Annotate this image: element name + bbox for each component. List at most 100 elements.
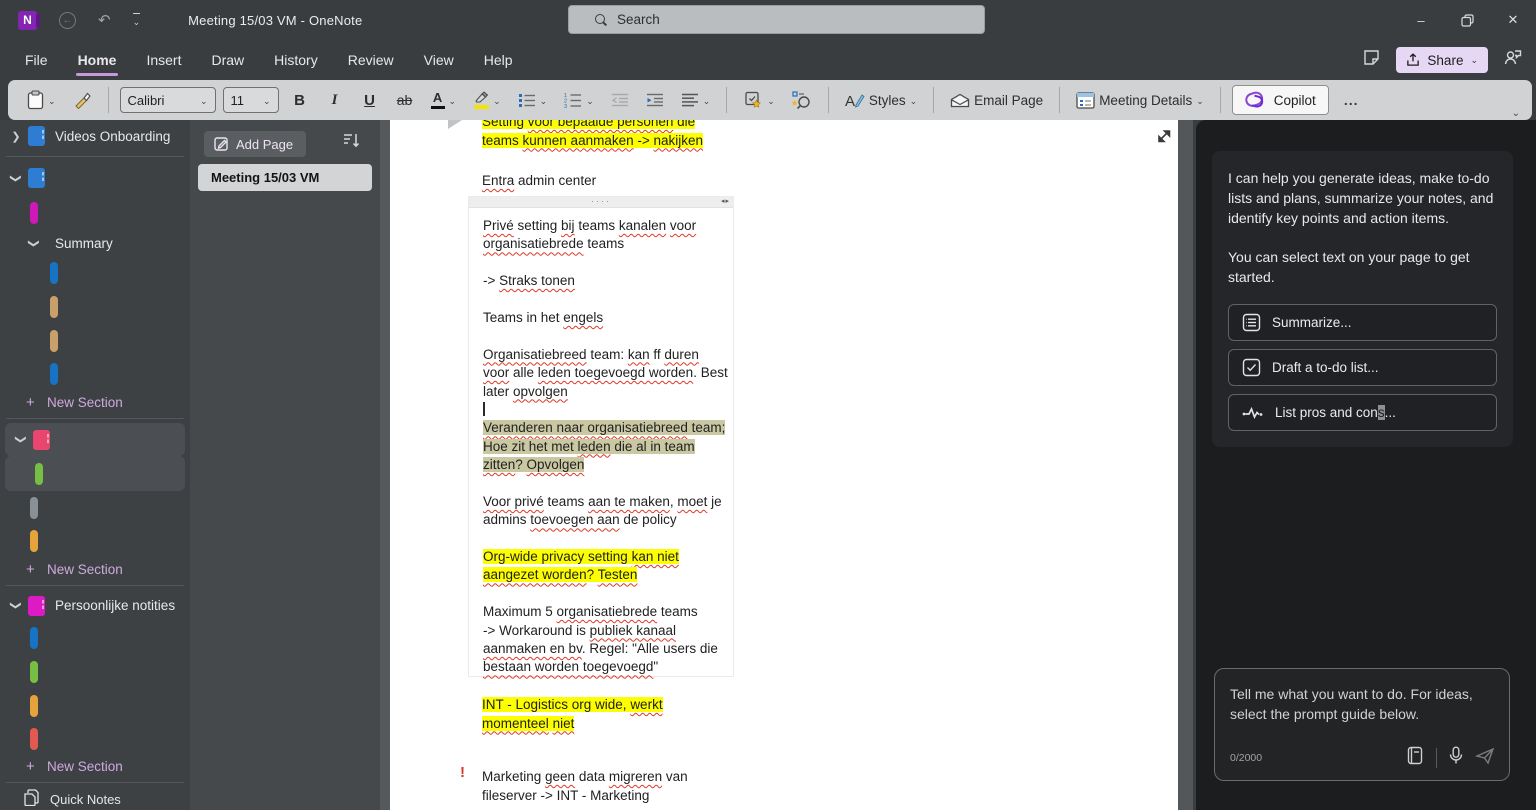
panel-divider[interactable]: [380, 120, 390, 810]
note-text-line[interactable]: [483, 401, 733, 419]
strikethrough-button[interactable]: ab: [391, 88, 419, 112]
close-button[interactable]: ✕: [1490, 0, 1536, 40]
sort-pages-icon[interactable]: [343, 133, 360, 153]
note-text-line[interactable]: Privé setting bij teams kanalen voor: [483, 217, 733, 235]
notebook-chevron-icon[interactable]: ❯: [10, 599, 23, 613]
canvas-scrollbar[interactable]: [1178, 120, 1196, 810]
notebook-item-videos-onboarding[interactable]: ❯ Videos Onboarding: [0, 120, 190, 152]
font-color-button[interactable]: A ⌄: [426, 87, 462, 113]
new-section-button[interactable]: + New Section: [0, 557, 190, 581]
section-item[interactable]: [0, 723, 190, 755]
quick-notes-button[interactable]: Quick Notes: [0, 787, 190, 810]
restore-button[interactable]: [1444, 0, 1490, 40]
section-group-chevron-icon[interactable]: ❯: [28, 236, 41, 250]
find-tags-button[interactable]: [787, 87, 817, 114]
note-text-line[interactable]: Entra admin center: [482, 172, 596, 191]
share-button[interactable]: Share ⌄: [1396, 47, 1488, 73]
note-text-line[interactable]: Maximum 5 organisatiebrede teams: [483, 603, 733, 621]
note-paragraph[interactable]: Setting voor bepaalde personen die teams …: [482, 120, 704, 151]
note-canvas[interactable]: Setting voor bepaalde personen die teams …: [390, 120, 1178, 810]
navigate-back-icon[interactable]: ←: [59, 11, 76, 29]
bold-button[interactable]: B: [286, 88, 314, 113]
styles-button[interactable]: A Styles ⌄: [840, 88, 922, 113]
feedback-icon[interactable]: [1504, 49, 1522, 71]
section-item[interactable]: [0, 358, 190, 390]
note-text-line[interactable]: fileserver -> INT - Marketing: [482, 787, 688, 806]
minimize-button[interactable]: –: [1398, 0, 1444, 40]
section-item[interactable]: [0, 256, 190, 290]
outline-resize-icon[interactable]: ◂▸: [721, 197, 730, 205]
microphone-icon[interactable]: [1449, 746, 1463, 770]
note-text-line[interactable]: Voor privé teams aan te maken, moet je: [483, 493, 733, 511]
note-text-line[interactable]: INT - Logistics org wide, werkt: [482, 696, 663, 715]
note-text-line[interactable]: [483, 530, 733, 548]
note-text-line[interactable]: Org-wide privacy setting kan niet: [483, 548, 733, 566]
note-text-line[interactable]: aanmaken en bv. Regel: "Alle users die: [483, 640, 733, 658]
undo-icon[interactable]: ↶: [98, 13, 111, 28]
note-text-line[interactable]: [483, 254, 733, 272]
note-text-line[interactable]: zitten? Opvolgen: [483, 456, 733, 474]
note-text-line[interactable]: Marketing geen data migreren van: [482, 768, 688, 787]
section-item[interactable]: [0, 324, 190, 358]
section-item[interactable]: [0, 195, 190, 230]
ribbon-more-button[interactable]: ...: [1336, 92, 1367, 108]
note-text-line[interactable]: teams kunnen aanmaken -> nakijken: [482, 132, 704, 151]
importance-tag[interactable]: !: [460, 764, 465, 781]
copilot-suggestion-todo-list[interactable]: Draft a to-do list...: [1228, 349, 1497, 386]
note-text-line[interactable]: Hoe zit het met leden die al in team: [483, 438, 733, 456]
menu-tab-insert[interactable]: Insert: [135, 46, 192, 74]
todo-tag-button[interactable]: ⌄: [738, 87, 780, 113]
note-text-line[interactable]: aangezet worden? Testen: [483, 566, 733, 584]
decrease-indent-button[interactable]: [606, 89, 634, 111]
expand-page-icon[interactable]: [1156, 128, 1172, 149]
prompt-guide-icon[interactable]: [1406, 746, 1424, 770]
side-note-icon[interactable]: [1363, 49, 1380, 71]
menu-tab-file[interactable]: File: [14, 46, 59, 74]
copilot-button[interactable]: Copilot: [1231, 85, 1329, 115]
paste-button[interactable]: ⌄: [22, 86, 61, 114]
note-outline-container[interactable]: ···· ◂▸ Privé setting bij teams kanalen …: [468, 196, 734, 677]
section-item[interactable]: [0, 290, 190, 324]
add-page-button[interactable]: Add Page: [204, 131, 306, 157]
note-text-line[interactable]: [483, 474, 733, 492]
notebook-chevron-icon[interactable]: ❯: [15, 433, 28, 447]
note-text-line[interactable]: bestaan worden toegevoegd": [483, 658, 733, 676]
section-item[interactable]: [0, 689, 190, 723]
note-text-line[interactable]: Teams in het engels: [483, 309, 733, 327]
ribbon-collapse-chevron-icon[interactable]: ⌄: [1512, 108, 1520, 119]
note-text-line[interactable]: Organisatiebreed team: kan ff duren: [483, 346, 733, 364]
note-text-line[interactable]: organisatiebrede teams: [483, 235, 733, 253]
section-item[interactable]: [0, 525, 190, 557]
notebook-item-persoonlijke-notities[interactable]: ❯ Persoonlijke notities: [0, 590, 190, 621]
menu-tab-home[interactable]: Home: [67, 46, 128, 76]
notebook-chevron-icon[interactable]: ❯: [10, 171, 23, 185]
page-item[interactable]: Meeting 15/03 VM: [198, 164, 372, 191]
format-painter-button[interactable]: [68, 87, 97, 113]
copilot-prompt-input[interactable]: Tell me what you want to do. For ideas, …: [1214, 668, 1510, 781]
numbered-list-button[interactable]: 123 ⌄: [559, 88, 599, 112]
section-item[interactable]: [0, 621, 190, 655]
copilot-suggestion-pros-cons[interactable]: List pros and cons...: [1228, 394, 1497, 431]
note-text-line[interactable]: Setting voor bepaalde personen die: [482, 120, 703, 132]
new-section-button[interactable]: + New Section: [0, 390, 190, 414]
note-paragraph[interactable]: INT - Logistics org wide, werkt momenteel…: [482, 696, 663, 733]
menu-tab-help[interactable]: Help: [473, 46, 524, 74]
note-text-line[interactable]: -> Straks tonen: [483, 272, 733, 290]
section-item[interactable]: [0, 491, 190, 525]
font-size-select[interactable]: 11 ⌄: [222, 87, 279, 113]
send-icon[interactable]: [1474, 747, 1495, 770]
section-item[interactable]: [0, 655, 190, 689]
section-group-summary[interactable]: ❯ Summary: [0, 230, 190, 256]
alignment-button[interactable]: ⌄: [676, 89, 716, 111]
increase-indent-button[interactable]: [641, 89, 669, 111]
outline-move-handle[interactable]: ···· ◂▸: [469, 196, 733, 208]
note-paragraph[interactable]: Entra admin center: [482, 172, 596, 191]
note-text-line[interactable]: [483, 585, 733, 603]
font-name-select[interactable]: Calibri ⌄: [119, 87, 216, 113]
notebook-item[interactable]: ❯: [0, 161, 190, 195]
menu-tab-history[interactable]: History: [263, 46, 329, 74]
note-text-line[interactable]: Veranderen naar organisatiebreed team;: [483, 419, 733, 437]
notebook-chevron-icon[interactable]: ❯: [9, 130, 23, 143]
menu-tab-view[interactable]: View: [413, 46, 465, 74]
bullet-list-button[interactable]: ⌄: [513, 89, 553, 112]
